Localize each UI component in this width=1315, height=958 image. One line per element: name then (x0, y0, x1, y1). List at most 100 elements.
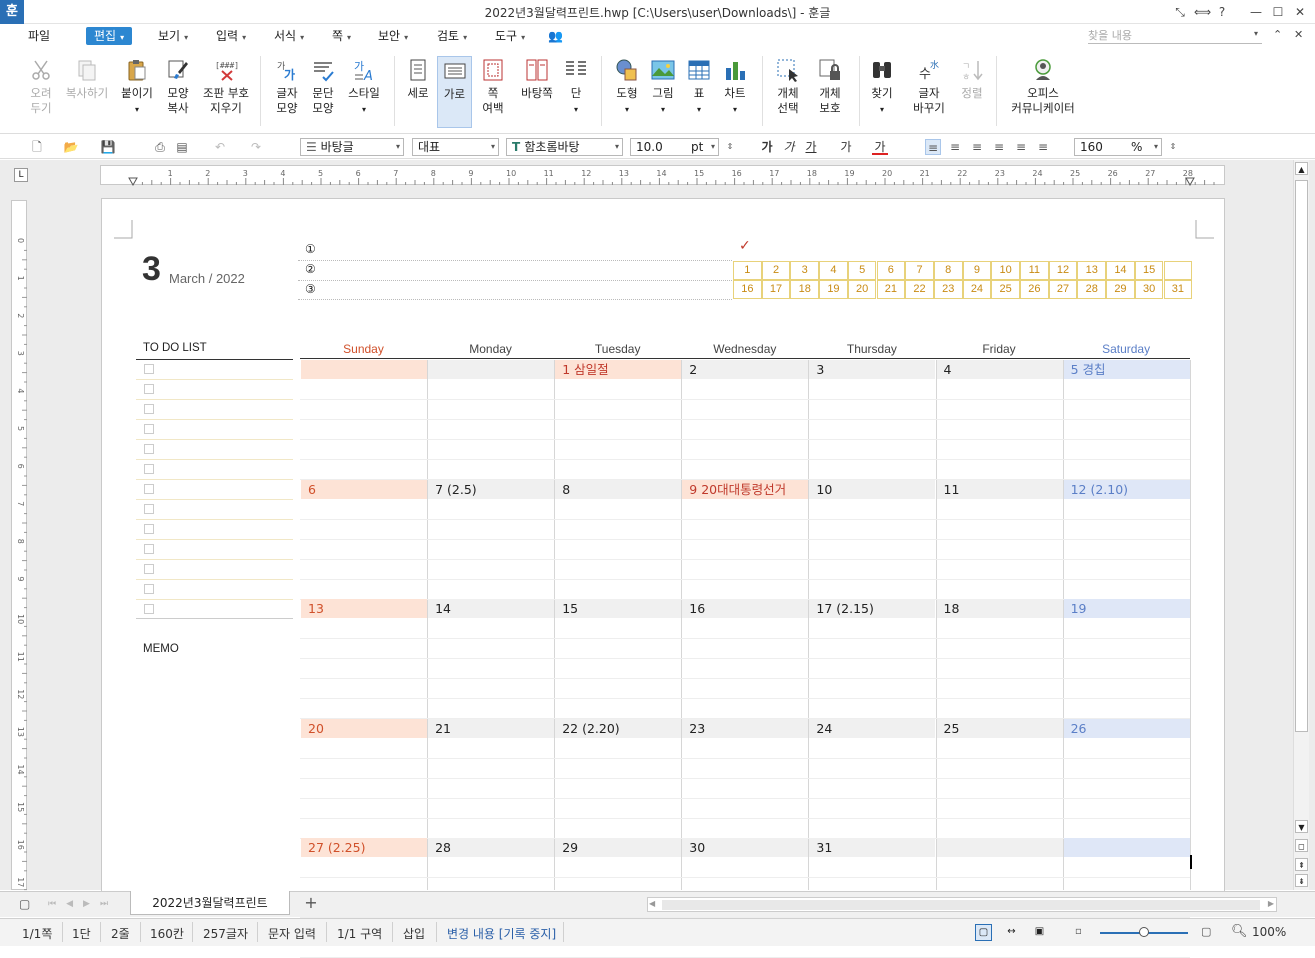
landscape-button[interactable]: 가로 (437, 56, 472, 128)
calendar-day-cell[interactable]: 19 (1063, 599, 1190, 618)
todo-checkbox[interactable] (144, 564, 154, 574)
table-button[interactable]: 표 ▾ (685, 58, 713, 117)
todo-checkbox[interactable] (144, 444, 154, 454)
style-button[interactable]: 가A 스타일 ▾ (344, 58, 384, 117)
todo-checkbox[interactable] (144, 584, 154, 594)
replace-button[interactable]: 수水 글자 바꾸기 (908, 58, 950, 116)
calendar-day-cell[interactable]: 11 (936, 479, 1063, 499)
calendar-day-cell[interactable]: 26 (1063, 718, 1190, 738)
magnifier-icon[interactable]: 🔍︎ (1231, 924, 1248, 939)
tab-nav-icons[interactable]: ⏮◀▶⏭ (48, 899, 118, 909)
calendar-day-cell[interactable]: 31 (809, 838, 936, 857)
tab-stop-icon[interactable]: L (14, 168, 28, 182)
vertical-scrollbar[interactable]: ▲ ▼ ◻ ⇞ ⇟ (1293, 160, 1309, 890)
picture-button[interactable]: 그림 ▾ (648, 58, 678, 117)
copy-button[interactable]: 복사하기 (63, 58, 111, 101)
find-button[interactable]: 찾기 ▾ (866, 58, 898, 117)
align-center-icon[interactable]: ≡ (969, 139, 985, 155)
cut-button[interactable]: 오려 두기 (24, 58, 58, 116)
justify-icon[interactable]: ≡ (925, 139, 941, 155)
calendar-day-cell[interactable]: 7 (2.5) (428, 479, 555, 499)
menu-view[interactable]: 보기 ▾ (158, 27, 188, 45)
hscroll-thumb[interactable] (662, 900, 1260, 910)
todo-checkbox[interactable] (144, 384, 154, 394)
calendar-day-cell[interactable]: 12 (2.10) (1063, 479, 1190, 499)
bold-icon[interactable]: 가 (759, 139, 775, 155)
calendar-day-cell[interactable]: 24 (809, 718, 936, 738)
scroll-thumb[interactable] (1295, 180, 1308, 732)
open-folder-icon[interactable]: 📂 (63, 139, 79, 155)
status-insert[interactable]: 삽입 (403, 925, 425, 942)
print-icon[interactable]: ⎙ (152, 139, 168, 155)
para-shape-button[interactable]: 문단 모양 (306, 58, 340, 116)
scroll-down-icon[interactable]: ▼ (1295, 820, 1308, 833)
calendar-day-cell[interactable]: 17 (2.15) (809, 599, 936, 618)
calendar-day-cell[interactable]: 23 (682, 718, 809, 738)
calendar-day-cell[interactable]: 6 (301, 479, 428, 499)
undo-icon[interactable]: ↶ (212, 139, 228, 155)
calendar-day-cell[interactable]: 8 (555, 479, 682, 499)
calendar-day-cell[interactable] (936, 838, 1063, 857)
preview-icon[interactable]: ▤ (174, 139, 190, 155)
todo-checkbox[interactable] (144, 544, 154, 554)
zoom-percent[interactable]: 100% (1252, 925, 1286, 939)
scroll-right-icon[interactable]: ▶ (1268, 899, 1274, 908)
distribute-icon[interactable]: ≡ (1013, 139, 1029, 155)
redo-icon[interactable]: ↷ (248, 139, 264, 155)
zoom-combo[interactable]: 160% ▾ (1074, 138, 1162, 156)
calendar-day-cell[interactable]: 22 (2.20) (555, 718, 682, 738)
todo-checkbox[interactable] (144, 404, 154, 414)
fullscreen-icon[interactable]: ⤡ (1172, 4, 1188, 20)
menu-tools[interactable]: 도구 ▾ (495, 27, 525, 45)
minimize-icon[interactable]: — (1248, 4, 1264, 20)
right-indent-marker[interactable] (1185, 177, 1195, 187)
doc-tab[interactable]: 2022년3월달력프린트 (130, 891, 290, 915)
new-doc-icon[interactable]: 🗋 (29, 139, 45, 155)
shape-button[interactable]: 도형 ▾ (610, 58, 644, 117)
calendar-day-cell[interactable]: 21 (428, 718, 555, 738)
todo-checkbox[interactable] (144, 364, 154, 374)
todo-checkbox[interactable] (144, 484, 154, 494)
columns-button[interactable]: 단 ▾ (562, 58, 590, 117)
format-copy-button[interactable]: 모양 복사 (161, 58, 195, 116)
horizontal-ruler[interactable]: 1 2 3 4 5 6 7 8 9 10 11 12 13 14 15 16 17 18 19 20 21 22 23 24 2… (100, 165, 1225, 187)
sheet-view-icon[interactable]: ▢ (19, 897, 30, 911)
portrait-button[interactable]: 세로 (402, 58, 434, 101)
calendar-day-cell[interactable] (301, 360, 428, 379)
status-track-changes[interactable]: 변경 내용 [기록 중지] (447, 925, 556, 942)
align-right-icon[interactable]: ≡ (991, 139, 1007, 155)
font-name-combo[interactable]: T 함초롬바탕 ▾ (506, 138, 623, 156)
horizontal-scrollbar[interactable]: ◀ ▶ (647, 897, 1277, 912)
view-page-icon[interactable]: ▣ (1031, 924, 1048, 941)
zoom-slider-handle[interactable] (1139, 927, 1149, 937)
scroll-up-icon[interactable]: ▲ (1295, 162, 1308, 175)
font-lang-combo[interactable]: 대표 ▾ (412, 138, 499, 156)
menu-security[interactable]: 보안 ▾ (378, 27, 408, 45)
char-shape-button[interactable]: 가가 글자 모양 (270, 58, 304, 116)
zoom-out-icon[interactable]: ▫ (1075, 926, 1082, 937)
todo-checkbox[interactable] (144, 424, 154, 434)
calendar-day-cell[interactable]: 4 (936, 360, 1063, 379)
document-page[interactable] (101, 198, 1225, 898)
menu-edit[interactable]: 편집 ▾ (86, 27, 133, 45)
find-dropdown-icon[interactable]: ▾ (1254, 29, 1258, 38)
calendar-day-cell[interactable]: 1 삼일절 (555, 360, 682, 379)
status-input-mode[interactable]: 문자 입력 (268, 925, 316, 942)
next-page-icon[interactable]: ⇟ (1295, 874, 1308, 887)
font-size-combo[interactable]: 10.0 pt ▾ (630, 138, 719, 156)
todo-checkbox[interactable] (144, 504, 154, 514)
indent-marker[interactable] (128, 177, 138, 187)
calendar-day-cell[interactable]: 2 (682, 360, 809, 379)
calendar-day-cell[interactable]: 13 (301, 599, 428, 618)
paste-button[interactable]: 붙이기 ▾ (119, 58, 155, 117)
help-icon[interactable]: ? (1214, 4, 1230, 20)
zoom-in-icon[interactable]: ▢ (1201, 925, 1211, 938)
view-normal-icon[interactable]: ▢ (975, 924, 992, 941)
view-width-icon[interactable]: ↔ (1003, 924, 1020, 941)
maximize-icon[interactable]: ☐ (1270, 4, 1286, 20)
calendar-day-cell[interactable]: 10 (809, 479, 936, 499)
office-communicator-button[interactable]: 오피스 커뮤니케이터 (1005, 58, 1081, 116)
calendar-day-cell[interactable]: 3 (809, 360, 936, 379)
split-icon[interactable]: ⟺ (1194, 4, 1211, 20)
add-tab-button[interactable]: + (300, 893, 322, 913)
